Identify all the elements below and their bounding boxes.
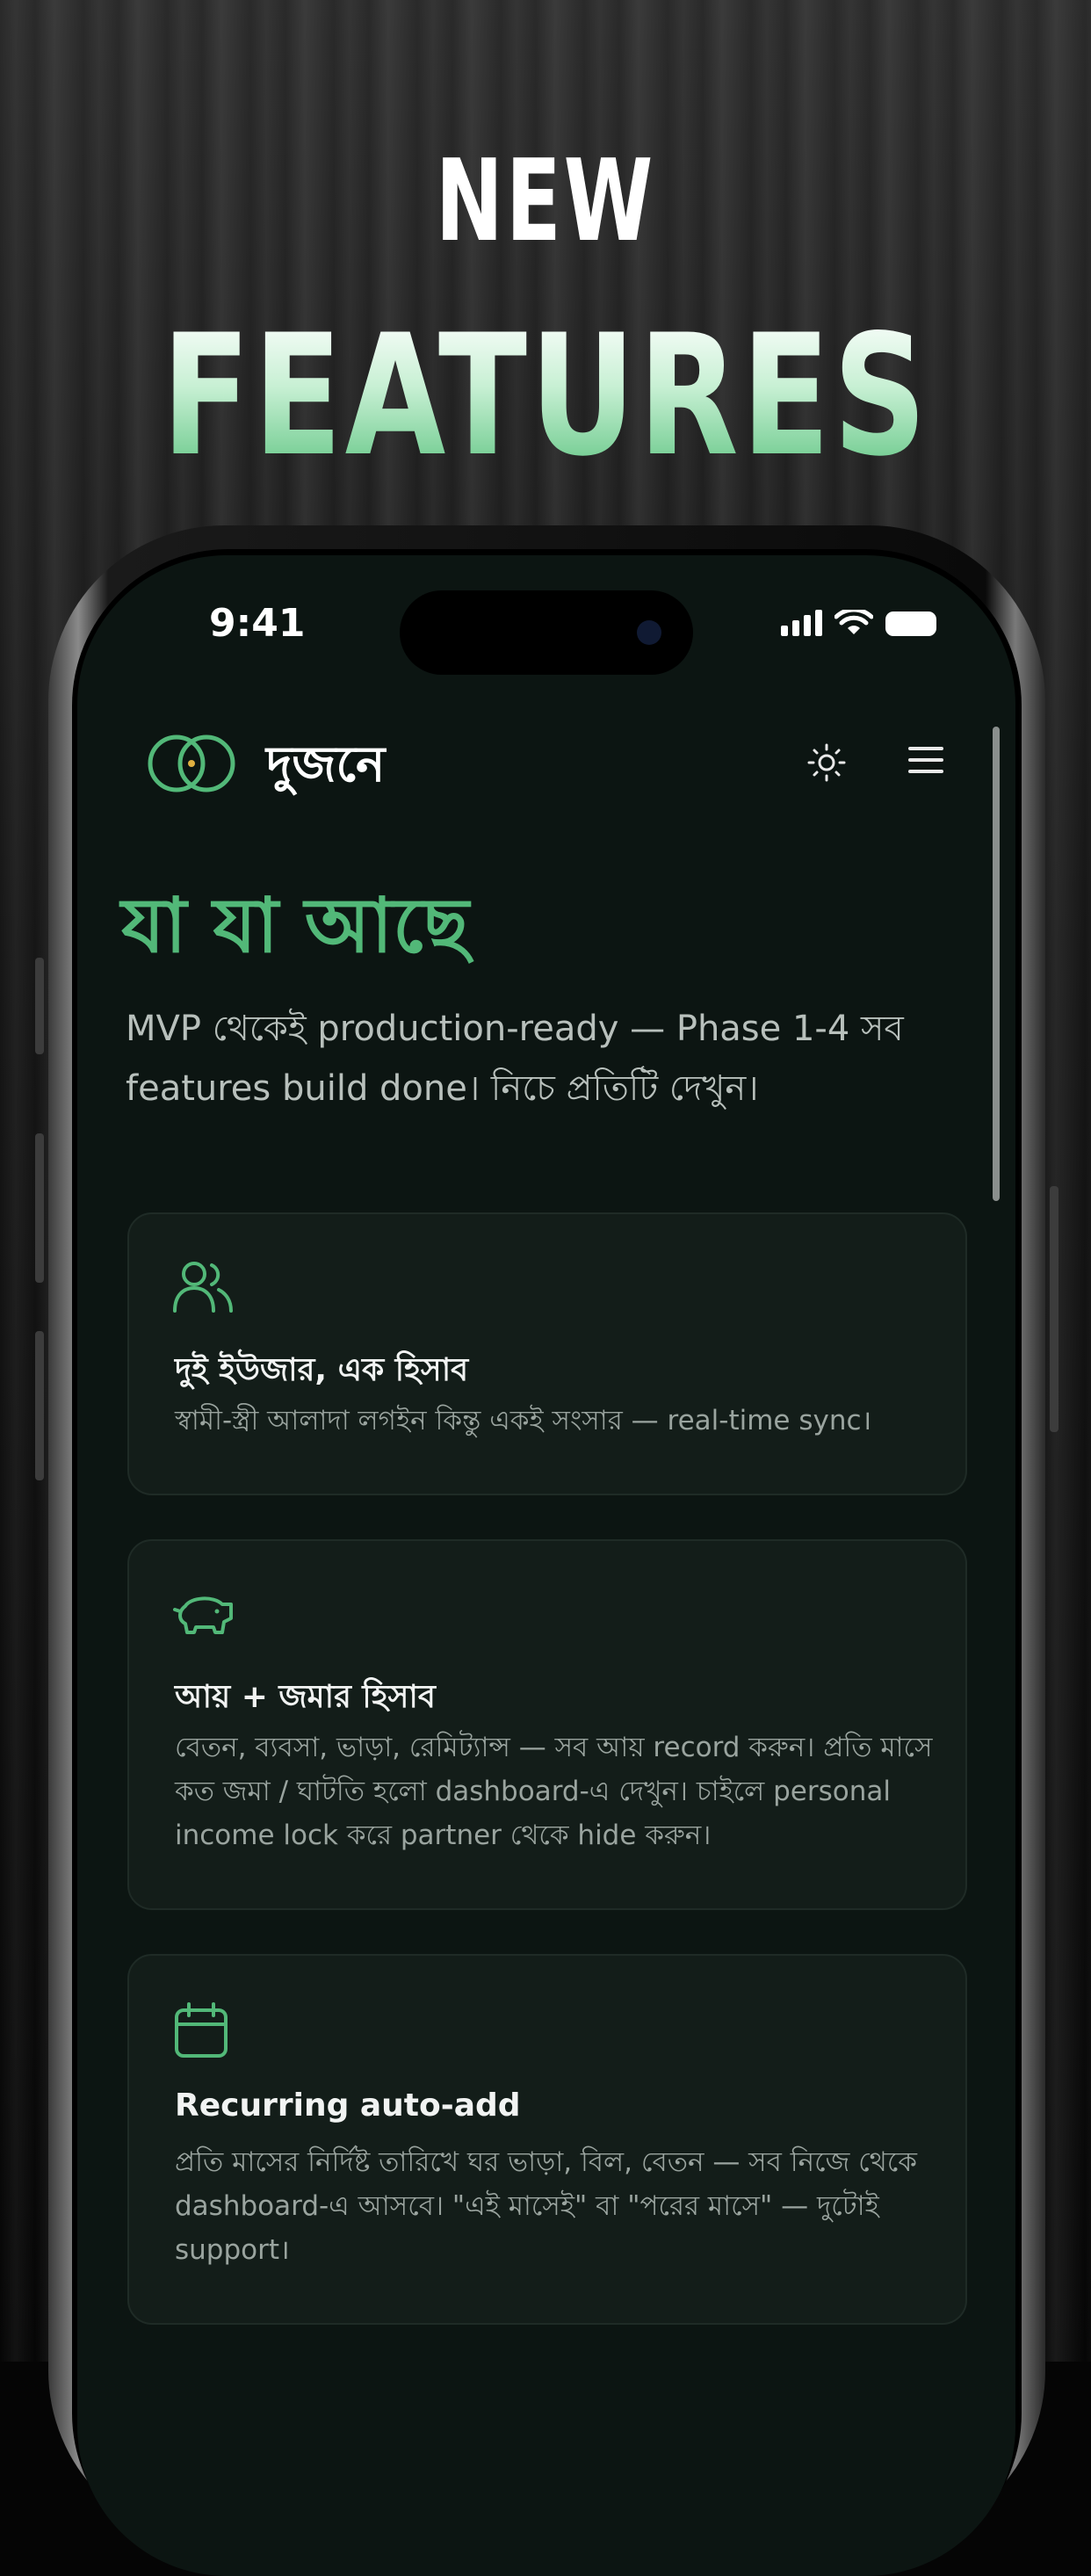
piggy-bank-icon [173,1596,233,1634]
feature-card: Recurring auto-add প্রতি মাসের নির্দিষ্ট… [127,1954,967,2325]
scrollbar[interactable] [993,727,1000,1201]
page-title: যা যা আছে [121,882,469,970]
feature-description: প্রতি মাসের নির্দিষ্ট তারিখে ঘর ভাড়া, ব… [175,2146,917,2266]
logo-icon [148,734,235,792]
status-icons [781,610,936,636]
calendar-icon [175,2002,228,2058]
feature-description: স্বামী-স্ত্রী আলাদা লগইন কিন্তু একই সংসা… [175,1405,872,1436]
status-time: 9:41 [209,601,306,646]
feature-title: আয় + জমার হিসাব [175,1679,436,1715]
power-button [1050,1186,1058,1432]
promo-headline-new: NEW [435,136,656,267]
battery-icon [885,611,936,636]
feature-title: Recurring auto-add [175,2088,521,2124]
theme-toggle-sun-icon[interactable] [806,742,847,783]
feature-description: বেতন, ব্যবসা, ভাড়া, রেমিট্যান্স — সব আয… [175,1732,933,1851]
dynamic-island [400,590,693,675]
action-button [35,958,44,1054]
feature-title: দুই ইউজার, এক হিসাব [175,1352,469,1388]
wifi-icon [835,610,873,634]
app-brand: দুজনে [266,736,386,793]
signal-icon [781,610,822,636]
promo-headline-features: FEATURES [120,299,972,493]
camera-icon [637,620,661,645]
phone-screen: 9:41 দুজনে যা যা আছে MVP থেকেই productio… [77,555,1015,2576]
hamburger-menu-icon[interactable] [908,747,943,778]
users-icon [173,1262,233,1313]
volume-up-button [35,1133,44,1283]
feature-card: আয় + জমার হিসাব বেতন, ব্যবসা, ভাড়া, রে… [127,1539,967,1910]
page-intro: MVP থেকেই production-ready — Phase 1-4 স… [126,1009,904,1109]
volume-down-button [35,1331,44,1480]
feature-card: দুই ইউজার, এক হিসাব স্বামী-স্ত্রী আলাদা … [127,1212,967,1495]
